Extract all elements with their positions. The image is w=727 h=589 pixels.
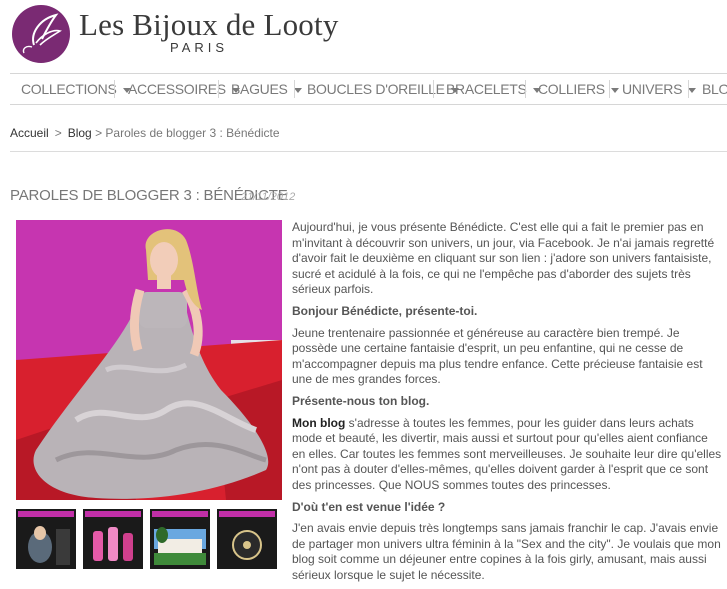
nav-item-univers[interactable]: UNIVERS — [622, 81, 697, 97]
breadcrumb: Accueil > Blog > Paroles de blogger 3 : Bé… — [10, 126, 280, 140]
nav-divider — [433, 80, 434, 98]
nav-item-accessoires[interactable]: ACCESSOIRES — [128, 81, 240, 97]
blog-screenshot-image — [150, 509, 210, 569]
butterfly-icon — [22, 13, 62, 54]
nav-divider — [218, 80, 219, 98]
nav-item-bracelets[interactable]: BRACELETS — [446, 81, 541, 97]
article-paragraph: Aujourd'hui, je vous présente Bénédicte.… — [292, 220, 715, 297]
breadcrumb-home-link[interactable]: Accueil — [10, 126, 49, 140]
nav-divider — [525, 80, 526, 98]
thumbnail-1[interactable] — [16, 509, 76, 569]
brand-name[interactable]: Les Bijoux de Looty — [79, 7, 339, 43]
brand-subtitle: PARIS — [170, 40, 229, 55]
chevron-down-icon — [688, 87, 697, 93]
thumbnail-4[interactable] — [217, 509, 277, 569]
article-paragraph: J'en avais envie depuis très longtemps s… — [292, 521, 721, 582]
post-article: Aujourd'hui, je vous présente Bénédicte.… — [292, 220, 724, 589]
nav-divider — [688, 80, 689, 98]
nav-divider — [294, 80, 295, 98]
breadcrumb-separator: > — [54, 126, 62, 140]
article-paragraph: Jeune trentenaire passionnée et généreus… — [292, 325, 703, 387]
breadcrumb-blog-link[interactable]: Blog — [68, 126, 92, 140]
woman-in-gown-photo — [16, 220, 282, 500]
blog-link[interactable]: Mon blog — [292, 416, 345, 430]
nav-divider — [609, 80, 610, 98]
chevron-down-icon — [610, 87, 619, 93]
article-question: Présente-nous ton blog. — [292, 393, 430, 408]
thumbnail-3[interactable] — [150, 509, 210, 569]
post-date: 21/11/2012 — [241, 191, 296, 203]
article-question: D'où t'en est venue l'idée ? — [292, 499, 446, 514]
blog-screenshot-image — [83, 509, 143, 569]
brand-logo[interactable] — [12, 5, 70, 63]
nav-item-boucles-oreille[interactable]: BOUCLES D'OREILLE — [307, 81, 459, 97]
article-paragraph: Mon blog s'adresse à toutes les femmes, … — [292, 415, 722, 492]
main-nav: COLLECTIONS ACCESSOIRES BAGUES BOUCLES D… — [10, 73, 727, 105]
nav-divider — [114, 80, 115, 98]
nav-item-blog[interactable]: BLOG — [702, 81, 727, 97]
thumbnail-2[interactable] — [83, 509, 143, 569]
post-main-photo[interactable] — [16, 220, 282, 500]
divider — [10, 151, 727, 152]
blog-screenshot-image — [217, 509, 277, 569]
nav-item-colliers[interactable]: COLLIERS — [538, 81, 619, 97]
blog-screenshot-image — [16, 509, 76, 569]
breadcrumb-current: > Paroles de blogger 3 : Bénédicte — [95, 126, 280, 140]
article-question: Bonjour Bénédicte, présente-toi. — [292, 303, 478, 318]
nav-item-bagues[interactable]: BAGUES — [231, 81, 302, 97]
